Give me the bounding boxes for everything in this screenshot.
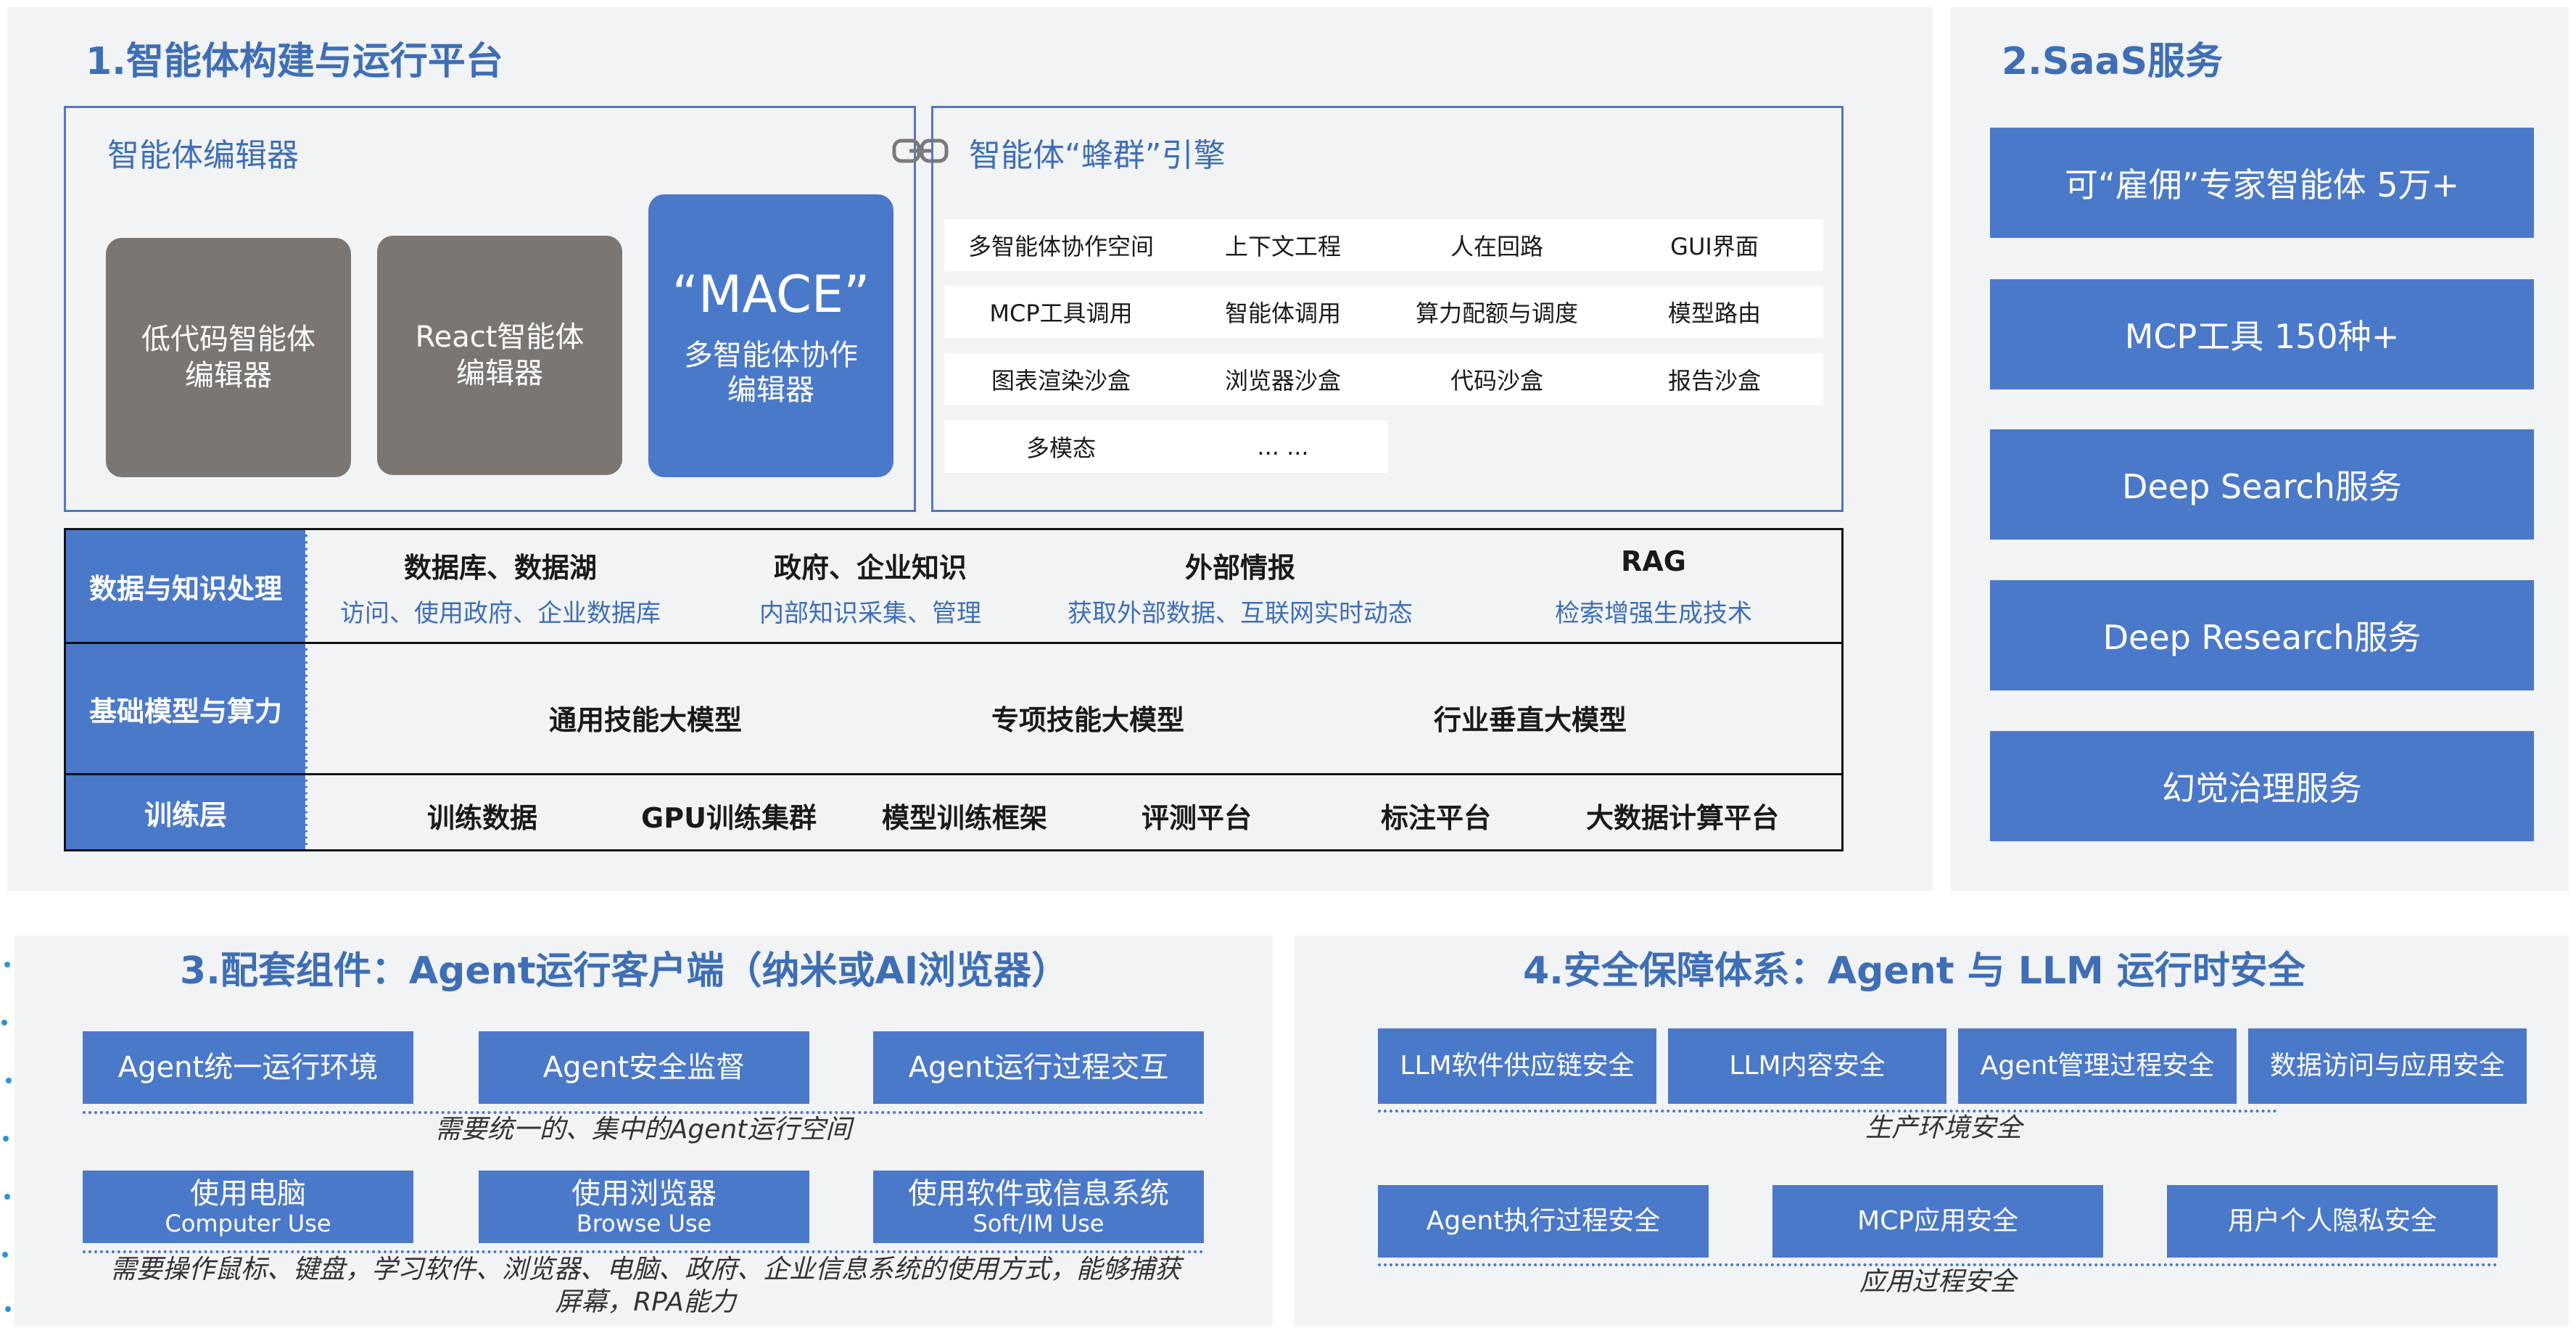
react-editor-card[interactable]: React智能体 编辑器	[377, 236, 622, 475]
lowcode-editor-label: 低代码智能体 编辑器	[141, 323, 315, 392]
engine-chip[interactable]: ... ...	[1178, 421, 1388, 473]
train-item: 标注平台	[1380, 802, 1491, 834]
layer-divider	[64, 773, 1844, 775]
mcp-application-button[interactable]: MCP应用安全	[1772, 1185, 2103, 1258]
mace-label: 多智能体协作 编辑器	[684, 339, 858, 407]
model-item: 专项技能大模型	[991, 704, 1184, 736]
components-title: 3.配套组件：Agent运行客户端（纳米或AI浏览器）	[180, 949, 1070, 993]
saas-hallucination-button[interactable]: 幻觉治理服务	[1990, 731, 2534, 841]
saas-hire-experts-button[interactable]: 可“雇佣”专家智能体 5万+	[1990, 128, 2534, 238]
browse-use-sub: Browse Use	[576, 1209, 712, 1237]
train-item: 评测平台	[1141, 802, 1252, 834]
data-item-sub: 内部知识采集、管理	[759, 599, 981, 628]
agent-interaction-button[interactable]: Agent运行过程交互	[873, 1031, 1204, 1104]
model-item: 通用技能大模型	[548, 704, 742, 736]
engine-chip[interactable]: 报告沙盒	[1606, 353, 1823, 405]
browse-use-button[interactable]: 使用浏览器 Browse Use	[479, 1171, 809, 1243]
engine-chip[interactable]: 模型路由	[1606, 286, 1823, 338]
engine-chip[interactable]: 算力配额与调度	[1388, 286, 1606, 338]
mace-editor-card[interactable]: “MACE” 多智能体协作 编辑器	[648, 194, 893, 477]
saas-mcp-tools-button[interactable]: MCP工具 150种+	[1990, 279, 2534, 389]
engine-chip[interactable]: MCP工具调用	[944, 286, 1178, 338]
data-item-sub: 检索增强生成技术	[1555, 599, 1752, 628]
agent-security-button[interactable]: Agent安全监督	[479, 1031, 809, 1104]
security-note-2: 应用过程安全	[1859, 1267, 2016, 1297]
saas-deep-research-button[interactable]: Deep Research服务	[1990, 580, 2534, 690]
data-item-title: RAG	[1621, 545, 1686, 577]
engine-chip[interactable]: 智能体调用	[1178, 286, 1388, 338]
saas-title: 2.SaaS服务	[2002, 40, 2224, 83]
platform-title: 1.智能体构建与运行平台	[86, 40, 503, 83]
engine-chip[interactable]: 多模态	[944, 421, 1178, 473]
train-item: 大数据计算平台	[1585, 802, 1779, 834]
layer-label-model: 基础模型与算力	[66, 644, 307, 773]
train-item: 模型训练框架	[881, 802, 1047, 834]
computer-use-label: 使用电脑	[190, 1176, 306, 1210]
data-item-title: 政府、企业知识	[773, 552, 967, 584]
data-access-button[interactable]: 数据访问与应用安全	[2248, 1028, 2527, 1104]
train-item: GPU训练集群	[641, 802, 817, 834]
components-note-1: 需要统一的、集中的Agent运行空间	[434, 1115, 852, 1144]
soft-im-use-sub: Soft/IM Use	[973, 1209, 1105, 1237]
agent-execution-button[interactable]: Agent执行过程安全	[1378, 1185, 1709, 1258]
computer-use-button[interactable]: 使用电脑 Computer Use	[83, 1171, 413, 1243]
soft-im-use-label: 使用软件或信息系统	[908, 1176, 1169, 1210]
security-title: 4.安全保障体系：Agent 与 LLM 运行时安全	[1523, 949, 2305, 993]
engine-chip[interactable]: 上下文工程	[1178, 219, 1388, 271]
engine-chip[interactable]: 人在回路	[1388, 219, 1606, 271]
browse-use-label: 使用浏览器	[571, 1176, 717, 1210]
layer-label-train: 训练层	[66, 775, 307, 849]
security-note-1: 生产环境安全	[1865, 1113, 2022, 1143]
computer-use-sub: Computer Use	[165, 1209, 331, 1237]
mace-headline: “MACE”	[672, 265, 870, 324]
soft-im-use-button[interactable]: 使用软件或信息系统 Soft/IM Use	[873, 1171, 1204, 1243]
engine-chip[interactable]: 图表渲染沙盒	[944, 353, 1178, 405]
engine-chip[interactable]: GUI界面	[1606, 219, 1823, 271]
saas-deep-search-button[interactable]: Deep Search服务	[1990, 429, 2534, 540]
data-item-title: 外部情报	[1184, 552, 1295, 584]
editor-title: 智能体编辑器	[107, 137, 299, 174]
engine-chip[interactable]: 多智能体协作空间	[944, 219, 1178, 271]
layer-label-data: 数据与知识处理	[66, 530, 307, 642]
agent-management-button[interactable]: Agent管理过程安全	[1958, 1028, 2237, 1104]
data-item-sub: 获取外部数据、互联网实时动态	[1068, 599, 1413, 628]
model-item: 行业垂直大模型	[1433, 704, 1627, 736]
engine-chip[interactable]: 浏览器沙盒	[1178, 353, 1388, 405]
data-item-title: 数据库、数据湖	[403, 552, 597, 584]
llm-content-button[interactable]: LLM内容安全	[1668, 1028, 1947, 1104]
components-note-2: 需要操作鼠标、键盘，学习软件、浏览器、电脑、政府、企业信息系统的使用方式，能够捕…	[110, 1255, 1181, 1317]
llm-supply-chain-button[interactable]: LLM软件供应链安全	[1378, 1028, 1656, 1104]
data-item-sub: 访问、使用政府、企业数据库	[340, 599, 661, 628]
decor-dots	[0, 943, 15, 1330]
react-editor-label: React智能体 编辑器	[415, 321, 585, 390]
agent-runtime-button[interactable]: Agent统一运行环境	[83, 1031, 413, 1104]
train-item: 训练数据	[426, 802, 537, 834]
lowcode-editor-card[interactable]: 低代码智能体 编辑器	[106, 238, 351, 477]
layer-divider	[64, 642, 1844, 644]
engine-chip[interactable]: 代码沙盒	[1388, 353, 1606, 405]
user-privacy-button[interactable]: 用户个人隐私安全	[2167, 1185, 2498, 1258]
engine-title: 智能体“蜂群”引擎	[969, 137, 1226, 174]
